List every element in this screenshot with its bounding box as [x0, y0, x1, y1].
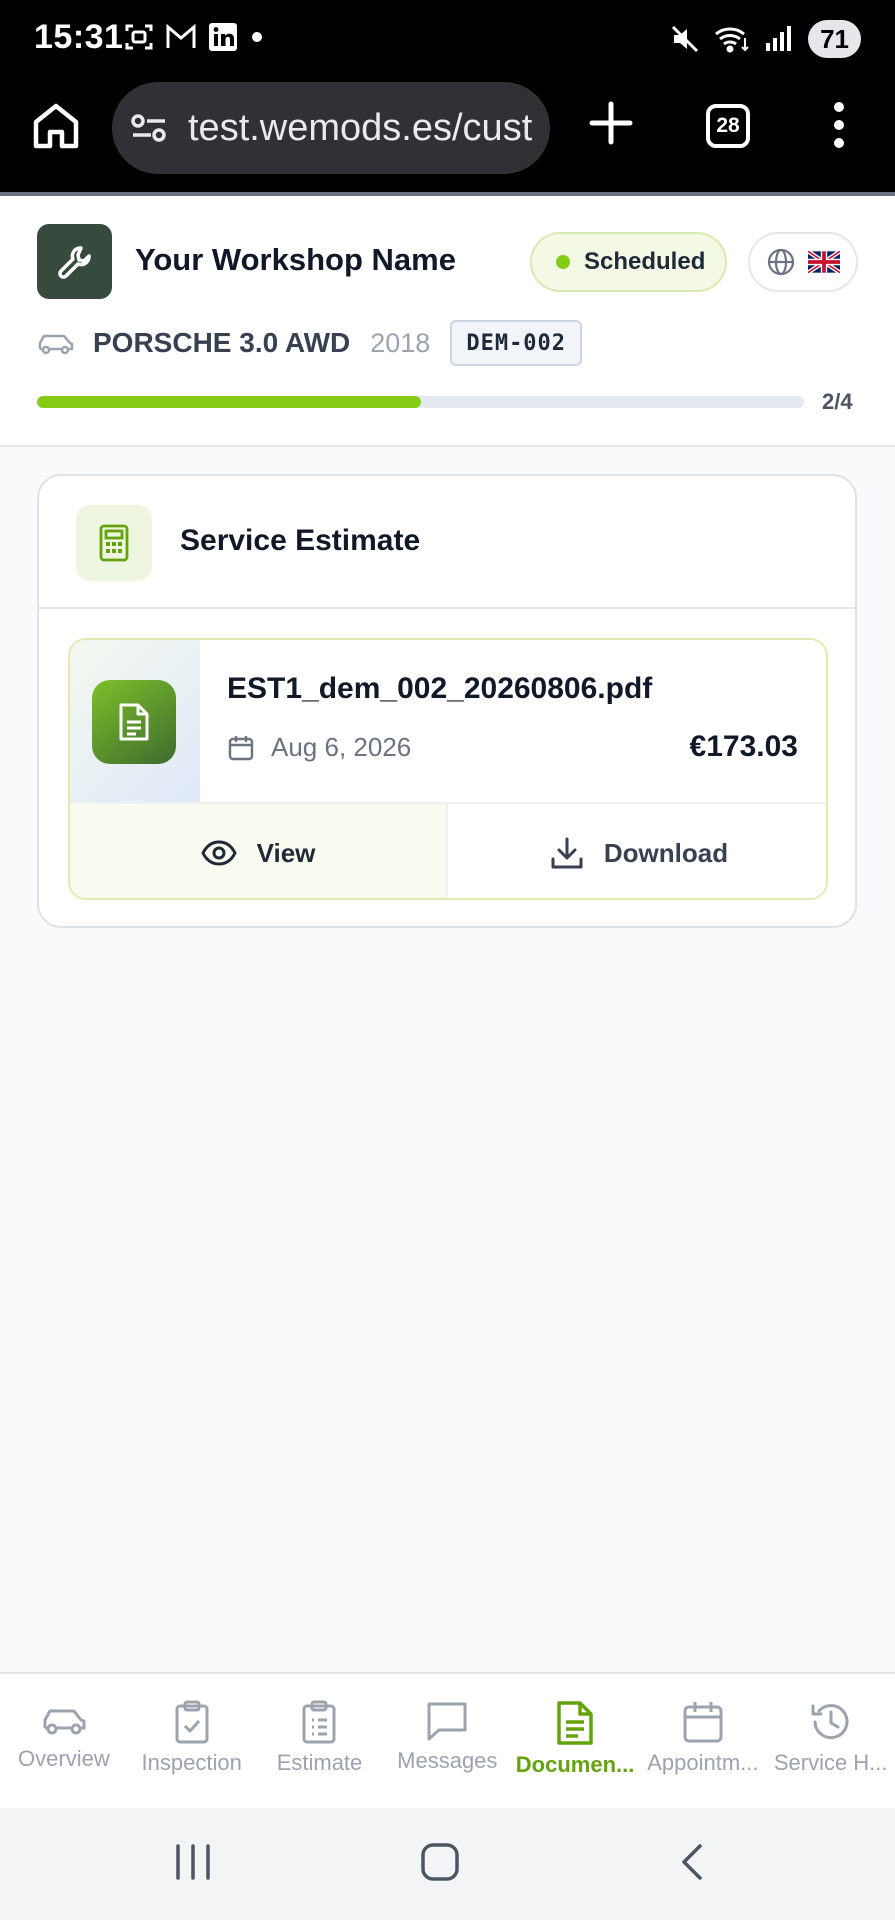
download-label: Download	[603, 837, 729, 868]
clipboard-list-icon	[302, 1700, 336, 1744]
nav-service-history[interactable]: Service H...	[767, 1674, 895, 1808]
nav-appointments[interactable]: Appointm...	[639, 1674, 767, 1808]
document-actions: View Download	[70, 802, 826, 898]
nav-messages[interactable]: Messages	[383, 1674, 511, 1808]
document-thumbnail	[70, 640, 200, 802]
vehicle-model: PORSCHE 3.0 AWD	[93, 327, 351, 358]
calendar-icon	[683, 1702, 723, 1743]
view-button[interactable]: View	[70, 804, 448, 898]
clipboard-check-icon	[175, 1700, 209, 1744]
workshop-header: Your Workshop Name Scheduled PORSCHE 3.0…	[0, 192, 895, 447]
workshop-name: Your Workshop Name	[135, 242, 456, 277]
document-date: Aug 6, 2026	[271, 732, 412, 762]
status-bar: 15:31 71	[0, 0, 895, 80]
globe-icon	[767, 248, 795, 276]
car-icon	[38, 334, 74, 355]
signal-icon	[766, 26, 792, 51]
document-filename: EST1_dem_002_20260806.pdf	[227, 672, 653, 705]
language-selector[interactable]	[748, 232, 858, 292]
calculator-icon	[99, 524, 129, 562]
eye-icon	[200, 840, 237, 866]
gmail-icon	[166, 24, 196, 48]
nav-documents[interactable]: Documen...	[511, 1674, 639, 1808]
progress-label: 2/4	[822, 389, 853, 414]
battery-indicator: 71	[808, 20, 861, 58]
car-icon	[43, 1709, 86, 1735]
tab-switcher-button[interactable]: 28	[706, 104, 750, 148]
site-settings-icon[interactable]	[130, 112, 168, 144]
card-title: Service Estimate	[180, 524, 421, 557]
new-tab-icon[interactable]	[588, 100, 634, 146]
card-header: Service Estimate	[39, 476, 855, 609]
calculator-icon-box	[76, 505, 152, 581]
system-navigation-bar	[0, 1808, 895, 1920]
address-bar[interactable]: test.wemods.es/cust	[112, 82, 550, 174]
nav-label: Estimate	[276, 1750, 363, 1775]
bottom-navigation: Overview Inspection Estimate Messages Do…	[0, 1672, 895, 1808]
recent-apps-icon[interactable]	[174, 1842, 212, 1882]
nav-label: Overview	[18, 1746, 110, 1771]
status-label: Scheduled	[584, 248, 706, 275]
document-icon	[557, 1701, 593, 1745]
status-time: 15:31	[34, 18, 124, 56]
progress-bar	[37, 396, 804, 408]
history-icon	[811, 1704, 849, 1740]
back-icon[interactable]	[678, 1842, 708, 1882]
status-badge: Scheduled	[530, 232, 727, 292]
uk-flag-icon	[808, 251, 840, 273]
nav-estimate[interactable]: Estimate	[256, 1674, 384, 1808]
home-nav-icon[interactable]	[420, 1842, 460, 1882]
vehicle-info: PORSCHE 3.0 AWD 2018 DEM-002	[37, 320, 583, 366]
vehicle-year: 2018	[370, 327, 431, 358]
download-button[interactable]: Download	[448, 804, 826, 898]
dot-icon	[252, 32, 262, 42]
system-icons: 71	[670, 20, 861, 58]
nav-inspection[interactable]: Inspection	[128, 1674, 256, 1808]
pdf-file-icon-box	[92, 680, 176, 764]
message-icon	[427, 1702, 467, 1741]
nav-label: Service H...	[773, 1750, 888, 1775]
workshop-logo	[37, 224, 112, 299]
calendar-icon	[228, 735, 254, 760]
service-estimate-card: Service Estimate EST1_dem_002_20260806.p…	[37, 474, 857, 928]
view-label: View	[256, 837, 316, 868]
nav-label: Messages	[397, 1748, 498, 1773]
linkedin-icon	[209, 23, 237, 51]
wifi-icon	[715, 27, 749, 53]
nav-label: Appointm...	[647, 1750, 759, 1775]
mute-icon	[672, 25, 699, 53]
browser-toolbar: test.wemods.es/cust 28	[0, 80, 895, 192]
download-icon	[551, 837, 583, 869]
nav-overview[interactable]: Overview	[0, 1674, 128, 1808]
document-date-row: Aug 6, 2026	[227, 732, 411, 763]
document-amount: €173.03	[689, 730, 798, 763]
status-dot-icon	[556, 255, 570, 269]
nav-label: Inspection	[141, 1750, 242, 1775]
url-text: test.wemods.es/cust	[188, 106, 533, 149]
license-plate: DEM-002	[450, 320, 583, 366]
nav-label: Documen...	[515, 1752, 635, 1777]
progress-fill	[37, 396, 421, 408]
home-icon[interactable]	[30, 100, 82, 152]
more-menu-icon[interactable]	[828, 100, 850, 150]
document-item[interactable]: EST1_dem_002_20260806.pdf Aug 6, 2026 €1…	[68, 638, 828, 900]
notification-icons	[124, 22, 264, 52]
file-text-icon	[119, 703, 149, 741]
wrench-icon	[57, 245, 91, 279]
screenshot-icon	[125, 24, 153, 50]
